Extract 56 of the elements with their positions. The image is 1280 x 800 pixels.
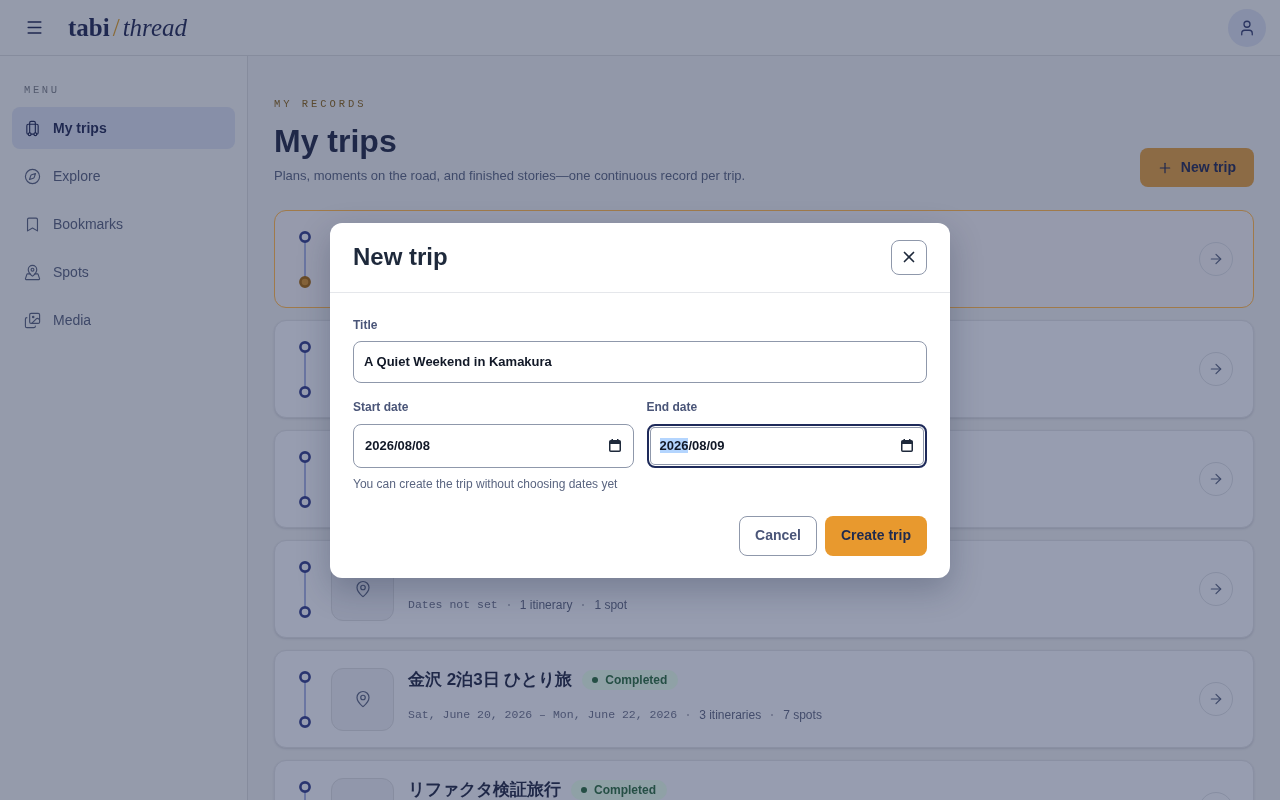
arrow-right-icon	[1208, 691, 1224, 707]
page-eyebrow: MY RECORDS	[274, 98, 367, 110]
timeline-icon	[299, 560, 311, 618]
arrow-right-icon	[1208, 471, 1224, 487]
trip-title[interactable]: 金沢 2泊3日 ひとり旅	[408, 671, 573, 689]
timeline-icon	[299, 230, 311, 288]
date-field[interactable]: 2026/08/09	[646, 423, 927, 468]
cancel-button[interactable]: Cancel	[739, 515, 817, 556]
trip-dates: Dates not set	[408, 597, 498, 613]
timeline-icon	[299, 670, 311, 728]
sidebar-item[interactable]: Explore	[12, 155, 235, 197]
luggage-icon	[24, 119, 41, 137]
field-label: Start date	[353, 398, 409, 415]
trip-card[interactable]: リファクタ検証旅行 Completed	[274, 760, 1254, 800]
sidebar-item[interactable]: Media	[12, 299, 235, 341]
date-field[interactable]: 2026/08/08	[353, 423, 634, 468]
page-subtitle: Plans, moments on the road, and finished stories—one continuous record per trip.	[274, 167, 746, 185]
page-title: My trips	[274, 122, 397, 161]
calendar-icon	[608, 439, 621, 452]
trip-card[interactable]: 金沢 2泊3日 ひとり旅 Completed Sat, June 20, 2026 – Mon, June 22, 2026 3 itineraries 7 spots	[274, 650, 1254, 748]
trip-title[interactable]: リファクタ検証旅行	[408, 781, 561, 799]
compass-icon	[24, 167, 41, 185]
trip-count: 3 itineraries	[699, 707, 762, 723]
status-badge: Completed	[571, 780, 667, 800]
close-button[interactable]	[891, 239, 927, 275]
sidebar-heading: MENU	[24, 84, 60, 96]
trip-count: 7 spots	[783, 707, 822, 723]
menu-icon	[24, 18, 44, 37]
avatar-button[interactable]	[1228, 8, 1266, 47]
user-icon	[1238, 18, 1256, 37]
arrow-right-icon	[1208, 361, 1224, 377]
map-pin-icon	[353, 580, 372, 598]
bookmark-icon	[24, 215, 41, 233]
sidebar-item[interactable]: My trips	[12, 107, 235, 149]
sidebar-item[interactable]: Spots	[12, 251, 235, 293]
arrow-right-icon	[1208, 581, 1224, 597]
timeline-icon	[299, 340, 311, 398]
calendar-icon	[901, 439, 913, 452]
map-pin-icon	[24, 263, 41, 281]
field-label: End date	[646, 398, 698, 415]
app-logo[interactable]: tabi/thread	[68, 15, 187, 40]
title-input[interactable]: A Quiet Weekend in Kamakura	[353, 340, 927, 383]
sidebar-item[interactable]: Bookmarks	[12, 203, 235, 245]
status-badge: Completed	[582, 670, 679, 690]
arrow-right-icon	[1208, 251, 1224, 267]
new-trip-button[interactable]: New trip	[1139, 148, 1254, 187]
trip-dates: Sat, June 20, 2026 – Mon, June 22, 2026	[408, 707, 678, 723]
timeline-icon	[299, 450, 311, 508]
map-pin-icon	[353, 690, 372, 708]
hint-text: You can create the trip without choosing dates yet	[353, 475, 618, 492]
create-button[interactable]: Create trip	[824, 515, 927, 556]
images-icon	[24, 311, 41, 329]
trip-count: 1 itinerary	[519, 597, 573, 613]
dialog-title: New trip	[353, 242, 448, 272]
trip-count: 1 spot	[594, 597, 628, 613]
field-label: Title	[353, 316, 378, 333]
